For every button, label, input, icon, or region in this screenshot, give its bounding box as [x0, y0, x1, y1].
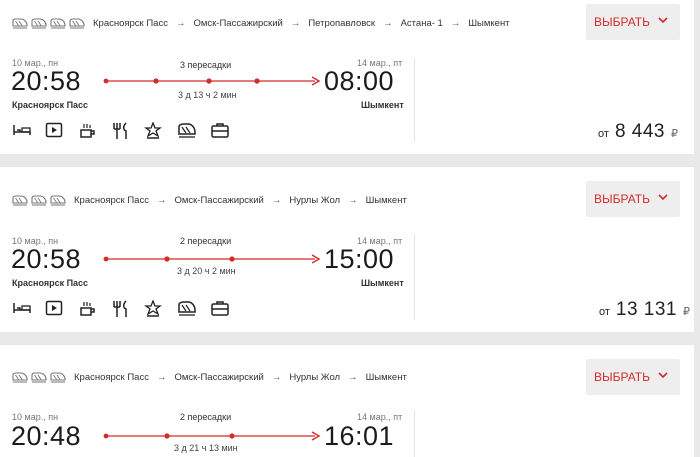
arrival-time: 08:00	[324, 66, 395, 96]
journey-timeline	[103, 431, 321, 441]
route-path: Красноярск Пасс → Омск-Пассажирский → Нурл…	[12, 193, 407, 207]
amenity-icons	[12, 299, 243, 318]
play-video-icon	[45, 122, 78, 140]
briefcase-icon	[210, 122, 243, 140]
journey-duration: 3 д 20 ч 2 мин	[177, 266, 236, 276]
select-label: ВЫБРАТЬ	[594, 192, 650, 206]
departure-station: Красноярск Пасс	[12, 100, 89, 110]
arrow-right-icon: →	[175, 17, 186, 29]
route-station: Шымкент	[365, 194, 407, 206]
card-divider	[0, 166, 694, 167]
bed-icon	[12, 300, 45, 318]
arrow-right-icon: →	[383, 17, 393, 29]
route-station: Шымкент	[468, 17, 510, 29]
arrow-right-icon: →	[271, 194, 282, 206]
arrival-time: 15:00	[324, 244, 395, 274]
transfers-count: 3 пересадки	[180, 60, 232, 70]
train-icon	[31, 372, 47, 383]
train-icons	[12, 371, 66, 383]
select-label: ВЫБРАТЬ	[594, 15, 650, 29]
column-divider	[414, 410, 415, 457]
journey-duration: 3 д 13 ч 2 мин	[178, 90, 237, 100]
arrow-right-icon: →	[450, 17, 461, 29]
departure-time: 20:48	[11, 421, 82, 451]
route-station: Нурлы Жол	[289, 194, 341, 206]
route-station: Шымкент	[365, 371, 407, 383]
currency-symbol: ₽	[671, 128, 678, 140]
arrival-station: Шымкент	[361, 278, 404, 288]
arrow-right-icon: →	[348, 194, 358, 206]
arrow-right-icon: →	[271, 371, 282, 383]
price-from-label: от	[598, 128, 609, 140]
train-icons	[12, 194, 66, 206]
price-from-label: от	[598, 306, 610, 318]
bed-icon	[12, 122, 45, 140]
price-value: 8 443	[614, 121, 665, 142]
route-station: Омск-Пассажирский	[174, 371, 264, 383]
play-video-icon	[45, 300, 78, 318]
price-value: 13 131	[615, 299, 677, 320]
train-icon	[177, 300, 210, 318]
arrival-station: Шымкент	[361, 100, 404, 110]
route-station: Астана- 1	[400, 17, 443, 29]
restaurant-icon	[111, 300, 144, 318]
ticket-price: от 13 131 ₽	[599, 299, 690, 321]
briefcase-icon	[210, 300, 243, 318]
departure-time: 20:58	[11, 66, 82, 96]
result-card: Красноярск Пасс → Омск-Пассажирский → Нурл…	[0, 166, 694, 332]
star-award-icon	[144, 121, 177, 140]
route-station: Красноярск Пасс	[93, 17, 168, 29]
train-icons	[12, 17, 85, 29]
journey-duration: 3 д 21 ч 13 мин	[174, 443, 238, 453]
transfers-count: 2 пересадки	[180, 412, 232, 422]
train-icon	[50, 18, 66, 29]
column-divider	[414, 58, 415, 142]
route-station: Красноярск Пасс	[74, 194, 149, 206]
column-divider	[414, 234, 415, 320]
arrow-right-icon: →	[156, 371, 167, 383]
star-award-icon	[144, 299, 177, 318]
train-icon	[12, 195, 28, 206]
route-station: Красноярск Пасс	[74, 371, 149, 383]
journey-timeline	[103, 76, 321, 86]
coffee-icon	[78, 300, 111, 318]
train-icon	[177, 122, 210, 140]
currency-symbol: ₽	[683, 306, 690, 318]
chevron-down-icon	[658, 372, 668, 379]
route-station: Петропавловск	[308, 17, 376, 29]
result-card: Красноярск Пасс → Омск-Пассажирский → Нурл…	[0, 344, 694, 457]
amenity-icons	[12, 121, 243, 140]
train-icon	[69, 18, 85, 29]
select-button[interactable]: ВЫБРАТЬ	[586, 359, 680, 395]
train-icon	[31, 18, 47, 29]
train-icon	[50, 372, 66, 383]
arrival-time: 16:01	[324, 421, 395, 451]
train-icon	[31, 195, 47, 206]
departure-time: 20:58	[11, 244, 82, 274]
select-button[interactable]: ВЫБРАТЬ	[586, 4, 680, 40]
arrow-right-icon: →	[348, 371, 358, 383]
arrow-right-icon: →	[156, 194, 167, 206]
route-path: Красноярск Пасс → Омск-Пассажирский → Петр…	[12, 16, 510, 30]
card-divider	[0, 344, 694, 345]
coffee-icon	[78, 122, 111, 140]
chevron-down-icon	[658, 17, 668, 24]
train-icon	[50, 195, 66, 206]
departure-station: Красноярск Пасс	[12, 278, 89, 288]
train-icon	[12, 18, 28, 29]
restaurant-icon	[111, 122, 144, 140]
route-station: Омск-Пассажирский	[174, 194, 264, 206]
arrow-right-icon: →	[290, 17, 301, 29]
select-label: ВЫБРАТЬ	[594, 370, 650, 384]
transfers-count: 2 пересадки	[180, 236, 232, 246]
route-station: Омск-Пассажирский	[193, 17, 283, 29]
chevron-down-icon	[658, 194, 668, 201]
journey-timeline	[103, 254, 321, 264]
route-path: Красноярск Пасс → Омск-Пассажирский → Нурл…	[12, 370, 407, 384]
route-station: Нурлы Жол	[289, 371, 341, 383]
ticket-price: от 8 443 ₽	[598, 121, 678, 143]
select-button[interactable]: ВЫБРАТЬ	[586, 181, 680, 217]
result-card: Красноярск Пасс → Омск-Пассажирский → Петр…	[0, 0, 694, 154]
train-icon	[12, 372, 28, 383]
